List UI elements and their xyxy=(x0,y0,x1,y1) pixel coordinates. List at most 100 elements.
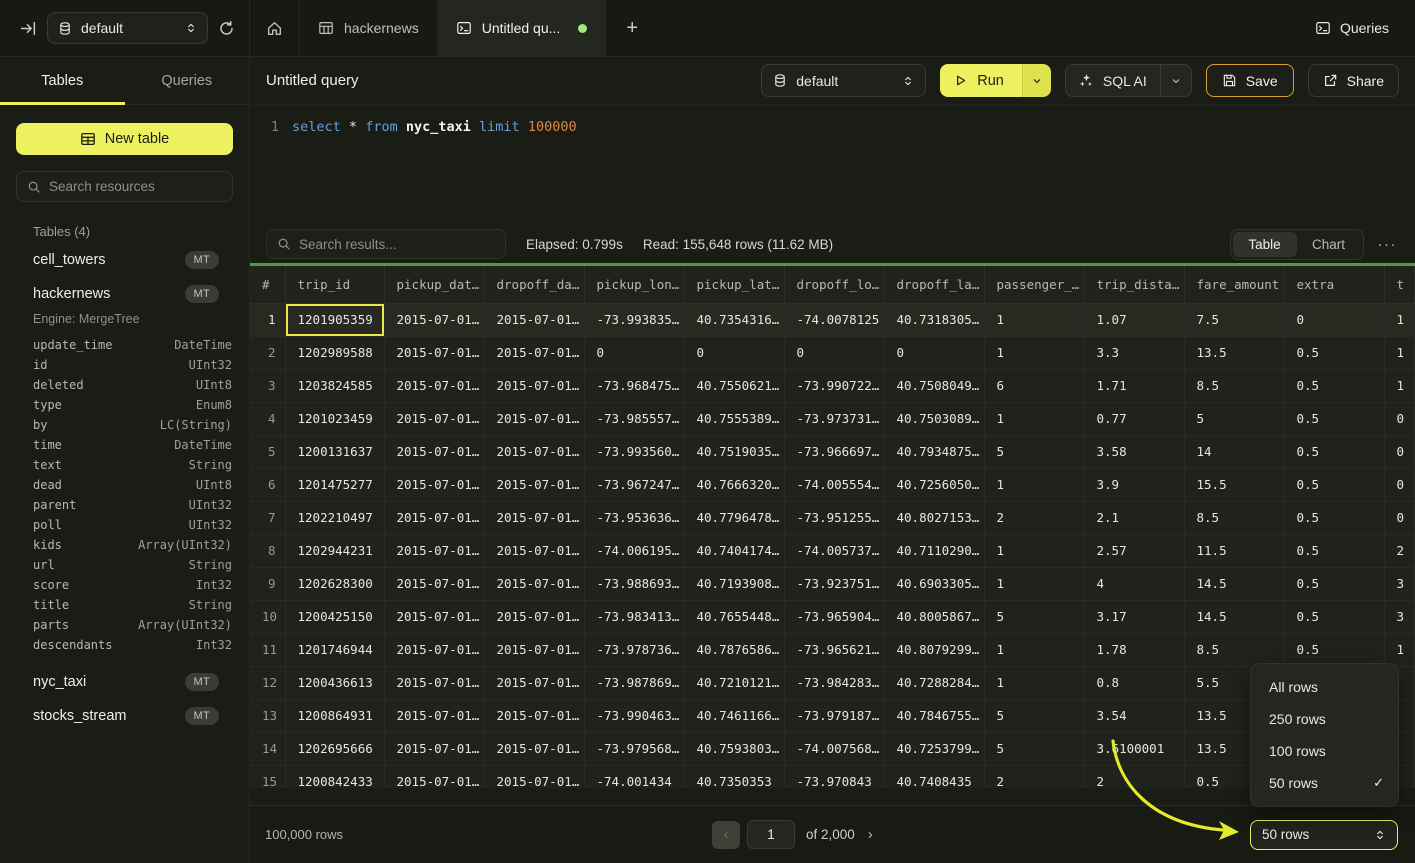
cell[interactable]: -73.968475… xyxy=(584,369,684,402)
schema-column[interactable]: typeEnum8 xyxy=(16,395,233,415)
cell[interactable]: 1.71 xyxy=(1084,369,1184,402)
schema-column[interactable]: textString xyxy=(16,455,233,475)
cell[interactable]: 0.5 xyxy=(1284,402,1384,435)
cell[interactable]: 40.7508049… xyxy=(884,369,984,402)
cell[interactable]: 1202210497 xyxy=(285,501,384,534)
cell[interactable]: 1201475277 xyxy=(285,468,384,501)
cell[interactable]: -73.990722… xyxy=(784,369,884,402)
cell[interactable]: 1 xyxy=(1384,336,1415,369)
tab-hackernews[interactable]: hackernews xyxy=(300,0,438,56)
cell[interactable]: 1 xyxy=(984,336,1084,369)
cell[interactable]: 2015-07-01… xyxy=(384,699,484,732)
cell[interactable]: 2015-07-01… xyxy=(484,534,584,567)
schema-column[interactable]: idUInt32 xyxy=(16,355,233,375)
sidebar-table-stocks_stream[interactable]: stocks_streamMT xyxy=(16,699,233,733)
sidebar-table-hackernews[interactable]: hackernewsMT xyxy=(16,277,233,311)
cell[interactable]: 2.1 xyxy=(1084,501,1184,534)
cell[interactable]: -73.965621… xyxy=(784,633,884,666)
cell[interactable]: 1 xyxy=(1384,633,1415,666)
cell[interactable]: 2015-07-01… xyxy=(484,336,584,369)
queries-button[interactable]: Queries xyxy=(1315,0,1415,56)
sidebar-tab-tables[interactable]: Tables xyxy=(0,57,125,104)
cell[interactable]: 3.58 xyxy=(1084,435,1184,468)
cell[interactable]: 2015-07-01… xyxy=(384,501,484,534)
cell[interactable]: 2015-07-01… xyxy=(384,468,484,501)
schema-column[interactable]: urlString xyxy=(16,555,233,575)
cell[interactable]: 1202944231 xyxy=(285,534,384,567)
column-header[interactable]: dropoff_da… xyxy=(484,266,584,303)
cell[interactable]: 40.7354316… xyxy=(684,303,784,336)
cell[interactable]: 2 xyxy=(984,501,1084,534)
cell[interactable]: 0.5 xyxy=(1284,600,1384,633)
cell[interactable]: -73.979187… xyxy=(784,699,884,732)
cell[interactable]: 2015-07-01… xyxy=(484,402,584,435)
cell[interactable]: 40.7253799… xyxy=(884,732,984,765)
cell[interactable]: 2015-07-01… xyxy=(384,633,484,666)
cell[interactable]: 2 xyxy=(984,765,1084,788)
cell[interactable]: 1202695666 xyxy=(285,732,384,765)
cell[interactable]: 8.5 xyxy=(1184,633,1284,666)
cell[interactable]: 0 xyxy=(584,336,684,369)
cell[interactable]: 5 xyxy=(984,732,1084,765)
cell[interactable]: 3.6100001 xyxy=(1084,732,1184,765)
cell[interactable]: -73.953636… xyxy=(584,501,684,534)
cell[interactable]: 40.8027153… xyxy=(884,501,984,534)
cell[interactable]: 1200842433 xyxy=(285,765,384,788)
results-search[interactable] xyxy=(266,229,506,259)
cell[interactable]: 1 xyxy=(984,666,1084,699)
cell[interactable]: 40.7666320… xyxy=(684,468,784,501)
schema-column[interactable]: descendantsInt32 xyxy=(16,635,233,655)
schema-column[interactable]: pollUInt32 xyxy=(16,515,233,535)
cell[interactable]: 2015-07-01… xyxy=(484,732,584,765)
schema-column[interactable]: deadUInt8 xyxy=(16,475,233,495)
cell[interactable]: 40.7318305… xyxy=(884,303,984,336)
cell[interactable]: 40.7519035… xyxy=(684,435,784,468)
cell[interactable]: 2015-07-01… xyxy=(384,402,484,435)
cell[interactable]: 0 xyxy=(684,336,784,369)
schema-column[interactable]: update_timeDateTime xyxy=(16,335,233,355)
column-header[interactable]: pickup_lon… xyxy=(584,266,684,303)
cell[interactable]: 2015-07-01… xyxy=(484,369,584,402)
cell[interactable]: -73.987869… xyxy=(584,666,684,699)
cell[interactable]: 0 xyxy=(1384,435,1415,468)
cell[interactable]: -74.005737… xyxy=(784,534,884,567)
sql-ai-caret[interactable] xyxy=(1160,65,1191,96)
cell[interactable]: 0.8 xyxy=(1084,666,1184,699)
cell[interactable]: 2015-07-01… xyxy=(384,369,484,402)
cell[interactable]: -73.979568… xyxy=(584,732,684,765)
cell[interactable]: -73.923751… xyxy=(784,567,884,600)
cell[interactable]: 40.7876586… xyxy=(684,633,784,666)
cell[interactable]: 2015-07-01… xyxy=(384,303,484,336)
schema-column[interactable]: kidsArray(UInt32) xyxy=(16,535,233,555)
run-button[interactable]: Run xyxy=(940,64,1022,97)
view-toggle-table[interactable]: Table xyxy=(1233,232,1297,257)
cell[interactable]: 40.7350353 xyxy=(684,765,784,788)
cell[interactable]: 14.5 xyxy=(1184,600,1284,633)
cell[interactable]: 3 xyxy=(1384,567,1415,600)
query-database-selector[interactable]: default xyxy=(761,64,926,97)
cell[interactable]: -73.967247… xyxy=(584,468,684,501)
cell[interactable]: 0.5 xyxy=(1284,567,1384,600)
sidebar-table-nyc_taxi[interactable]: nyc_taxiMT xyxy=(16,665,233,699)
cell[interactable]: 40.6903305… xyxy=(884,567,984,600)
cell[interactable]: 0 xyxy=(784,336,884,369)
cell[interactable]: 1.78 xyxy=(1084,633,1184,666)
cell[interactable]: 2015-07-01… xyxy=(484,303,584,336)
cell[interactable]: -74.001434 xyxy=(584,765,684,788)
prev-page-button[interactable]: ‹ xyxy=(712,821,740,849)
cell[interactable]: 40.7404174… xyxy=(684,534,784,567)
cell[interactable]: 1 xyxy=(984,402,1084,435)
cell[interactable]: 2015-07-01… xyxy=(484,468,584,501)
cell[interactable]: 3.3 xyxy=(1084,336,1184,369)
cell[interactable]: 0.77 xyxy=(1084,402,1184,435)
cell[interactable]: 0 xyxy=(884,336,984,369)
cell[interactable]: 2015-07-01… xyxy=(484,435,584,468)
cell[interactable]: 14.5 xyxy=(1184,567,1284,600)
cell[interactable]: 1 xyxy=(984,468,1084,501)
cell[interactable]: 1 xyxy=(984,534,1084,567)
schema-column[interactable]: titleString xyxy=(16,595,233,615)
cell[interactable]: 40.7934875… xyxy=(884,435,984,468)
sidebar-table-cell_towers[interactable]: cell_towersMT xyxy=(16,243,233,277)
cell[interactable]: 2015-07-01… xyxy=(384,666,484,699)
rows-option-50-rows[interactable]: 50 rows✓ xyxy=(1251,767,1398,799)
